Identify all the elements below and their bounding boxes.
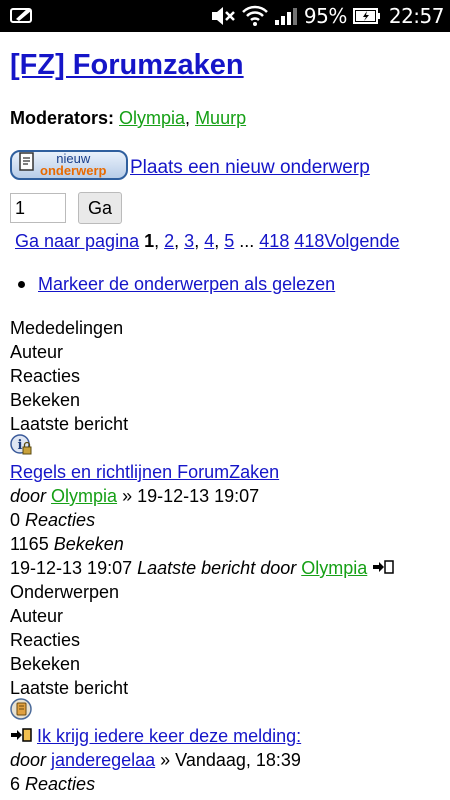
last-page-link[interactable]: 418 — [259, 231, 289, 251]
signal-icon — [274, 6, 298, 26]
new-topic-row: nieuw onderwerp Plaats een nieuw onderwe… — [10, 150, 370, 180]
locked-info-icon: i — [10, 434, 32, 462]
mute-icon — [210, 5, 236, 27]
topic-title-link[interactable]: Regels en richtlijnen ForumZaken — [10, 462, 279, 482]
page-link[interactable]: 2 — [164, 231, 174, 251]
pagination-ellipsis: ... — [239, 231, 255, 251]
page-link[interactable]: 5 — [224, 231, 234, 251]
newest-post-icon[interactable] — [10, 726, 37, 746]
column-header: Auteur — [10, 342, 64, 362]
moderator-link[interactable]: Muurp — [195, 108, 246, 128]
by-label: door — [10, 486, 47, 506]
forum-title-link[interactable]: [FZ] Forumzaken — [10, 49, 244, 81]
topic-meta: door janderegelaa » Vandaag, 18:39 — [10, 748, 394, 772]
notification-edit-icon — [10, 5, 34, 25]
column-header: Reacties — [10, 630, 81, 650]
last-post-user-link[interactable]: Olympia — [301, 558, 367, 578]
topic-title-link[interactable]: Ik krijg iedere keer deze melding: — [37, 726, 301, 746]
replies-count: 0 — [10, 510, 21, 530]
replies: 0 Reacties — [10, 508, 394, 532]
new-topic-button-line2: onderwerp — [40, 163, 107, 178]
topic-status — [10, 698, 394, 726]
battery-percent: 95% — [303, 4, 347, 28]
goto-page-link[interactable]: Ga naar pagina — [15, 231, 139, 251]
go-button[interactable]: Ga — [78, 192, 122, 224]
column-header: Laatste bericht — [10, 678, 129, 698]
page-link[interactable]: 4 — [204, 231, 214, 251]
moderators-label: Moderators: — [10, 108, 115, 128]
views-label: Bekeken — [53, 534, 124, 554]
moderator-separator: , — [185, 108, 196, 128]
announcements-section: Mededelingen Auteur Reacties Bekeken Laa… — [10, 316, 395, 796]
pagination: Ga naar pagina 1, 2, 3, 4, 5 ... 418 418… — [15, 231, 400, 251]
clock: 22:57 — [388, 4, 445, 28]
page-jump: Ga — [10, 192, 122, 224]
current-page: 1 — [144, 231, 155, 251]
last-post-label: Laatste bericht door — [137, 558, 297, 578]
next-page-link[interactable]: 418Volgende — [294, 231, 399, 251]
goto-last-post-icon[interactable] — [372, 558, 395, 578]
page-link[interactable]: 3 — [184, 231, 194, 251]
mark-read-link[interactable]: Markeer de onderwerpen als gelezen — [38, 274, 335, 294]
wifi-icon — [242, 5, 268, 27]
author-link[interactable]: janderegelaa — [51, 750, 155, 770]
last-post: 19-12-13 19:07 Laatste bericht door Olym… — [10, 556, 395, 580]
forum-title: [FZ] Forumzaken — [10, 48, 244, 82]
views-count: 1165 — [10, 534, 49, 554]
new-topic-button-text: nieuw onderwerp — [40, 152, 107, 178]
column-header: Mededelingen — [10, 318, 124, 338]
svg-text:i: i — [18, 438, 23, 453]
column-header: Reacties — [10, 366, 81, 386]
replies-label: Reacties — [25, 510, 96, 530]
replies-count: 6 — [10, 774, 21, 794]
column-header: Onderwerpen — [10, 582, 120, 602]
column-header: Laatste bericht — [10, 414, 129, 434]
by-label: door — [10, 750, 47, 770]
moderators: Moderators: Olympia, Muurp — [10, 106, 246, 130]
status-bar: 95% 22:57 — [0, 0, 450, 32]
new-topic-link[interactable]: Plaats een nieuw onderwerp — [130, 156, 370, 180]
topic-read-icon — [10, 698, 32, 726]
battery-icon — [352, 8, 381, 24]
announcement-row: Regels en richtlijnen ForumZaken — [10, 460, 394, 484]
page-number-input[interactable] — [10, 193, 66, 223]
topic-date: » Vandaag, 18:39 — [155, 750, 301, 770]
replies-label: Reacties — [25, 774, 96, 794]
topic-date: » 19-12-13 19:07 — [117, 486, 260, 506]
moderator-link[interactable]: Olympia — [119, 108, 185, 128]
document-icon — [18, 152, 36, 178]
replies: 6 Reacties — [10, 772, 394, 796]
author-link[interactable]: Olympia — [51, 486, 117, 506]
mark-read-item: Markeer de onderwerpen als gelezen — [18, 272, 335, 296]
bullet-icon — [18, 281, 25, 288]
last-post-date: 19-12-13 19:07 — [10, 558, 133, 578]
topic-meta: door Olympia » 19-12-13 19:07 — [10, 484, 394, 508]
views: 1165 Bekeken — [10, 532, 394, 556]
column-header: Auteur — [10, 606, 64, 626]
new-topic-button[interactable]: nieuw onderwerp — [10, 150, 128, 180]
column-header: Bekeken — [10, 654, 81, 674]
topic-row: Ik krijg iedere keer deze melding: — [10, 724, 394, 748]
announcement-status: i — [10, 434, 394, 462]
column-header: Bekeken — [10, 390, 81, 410]
